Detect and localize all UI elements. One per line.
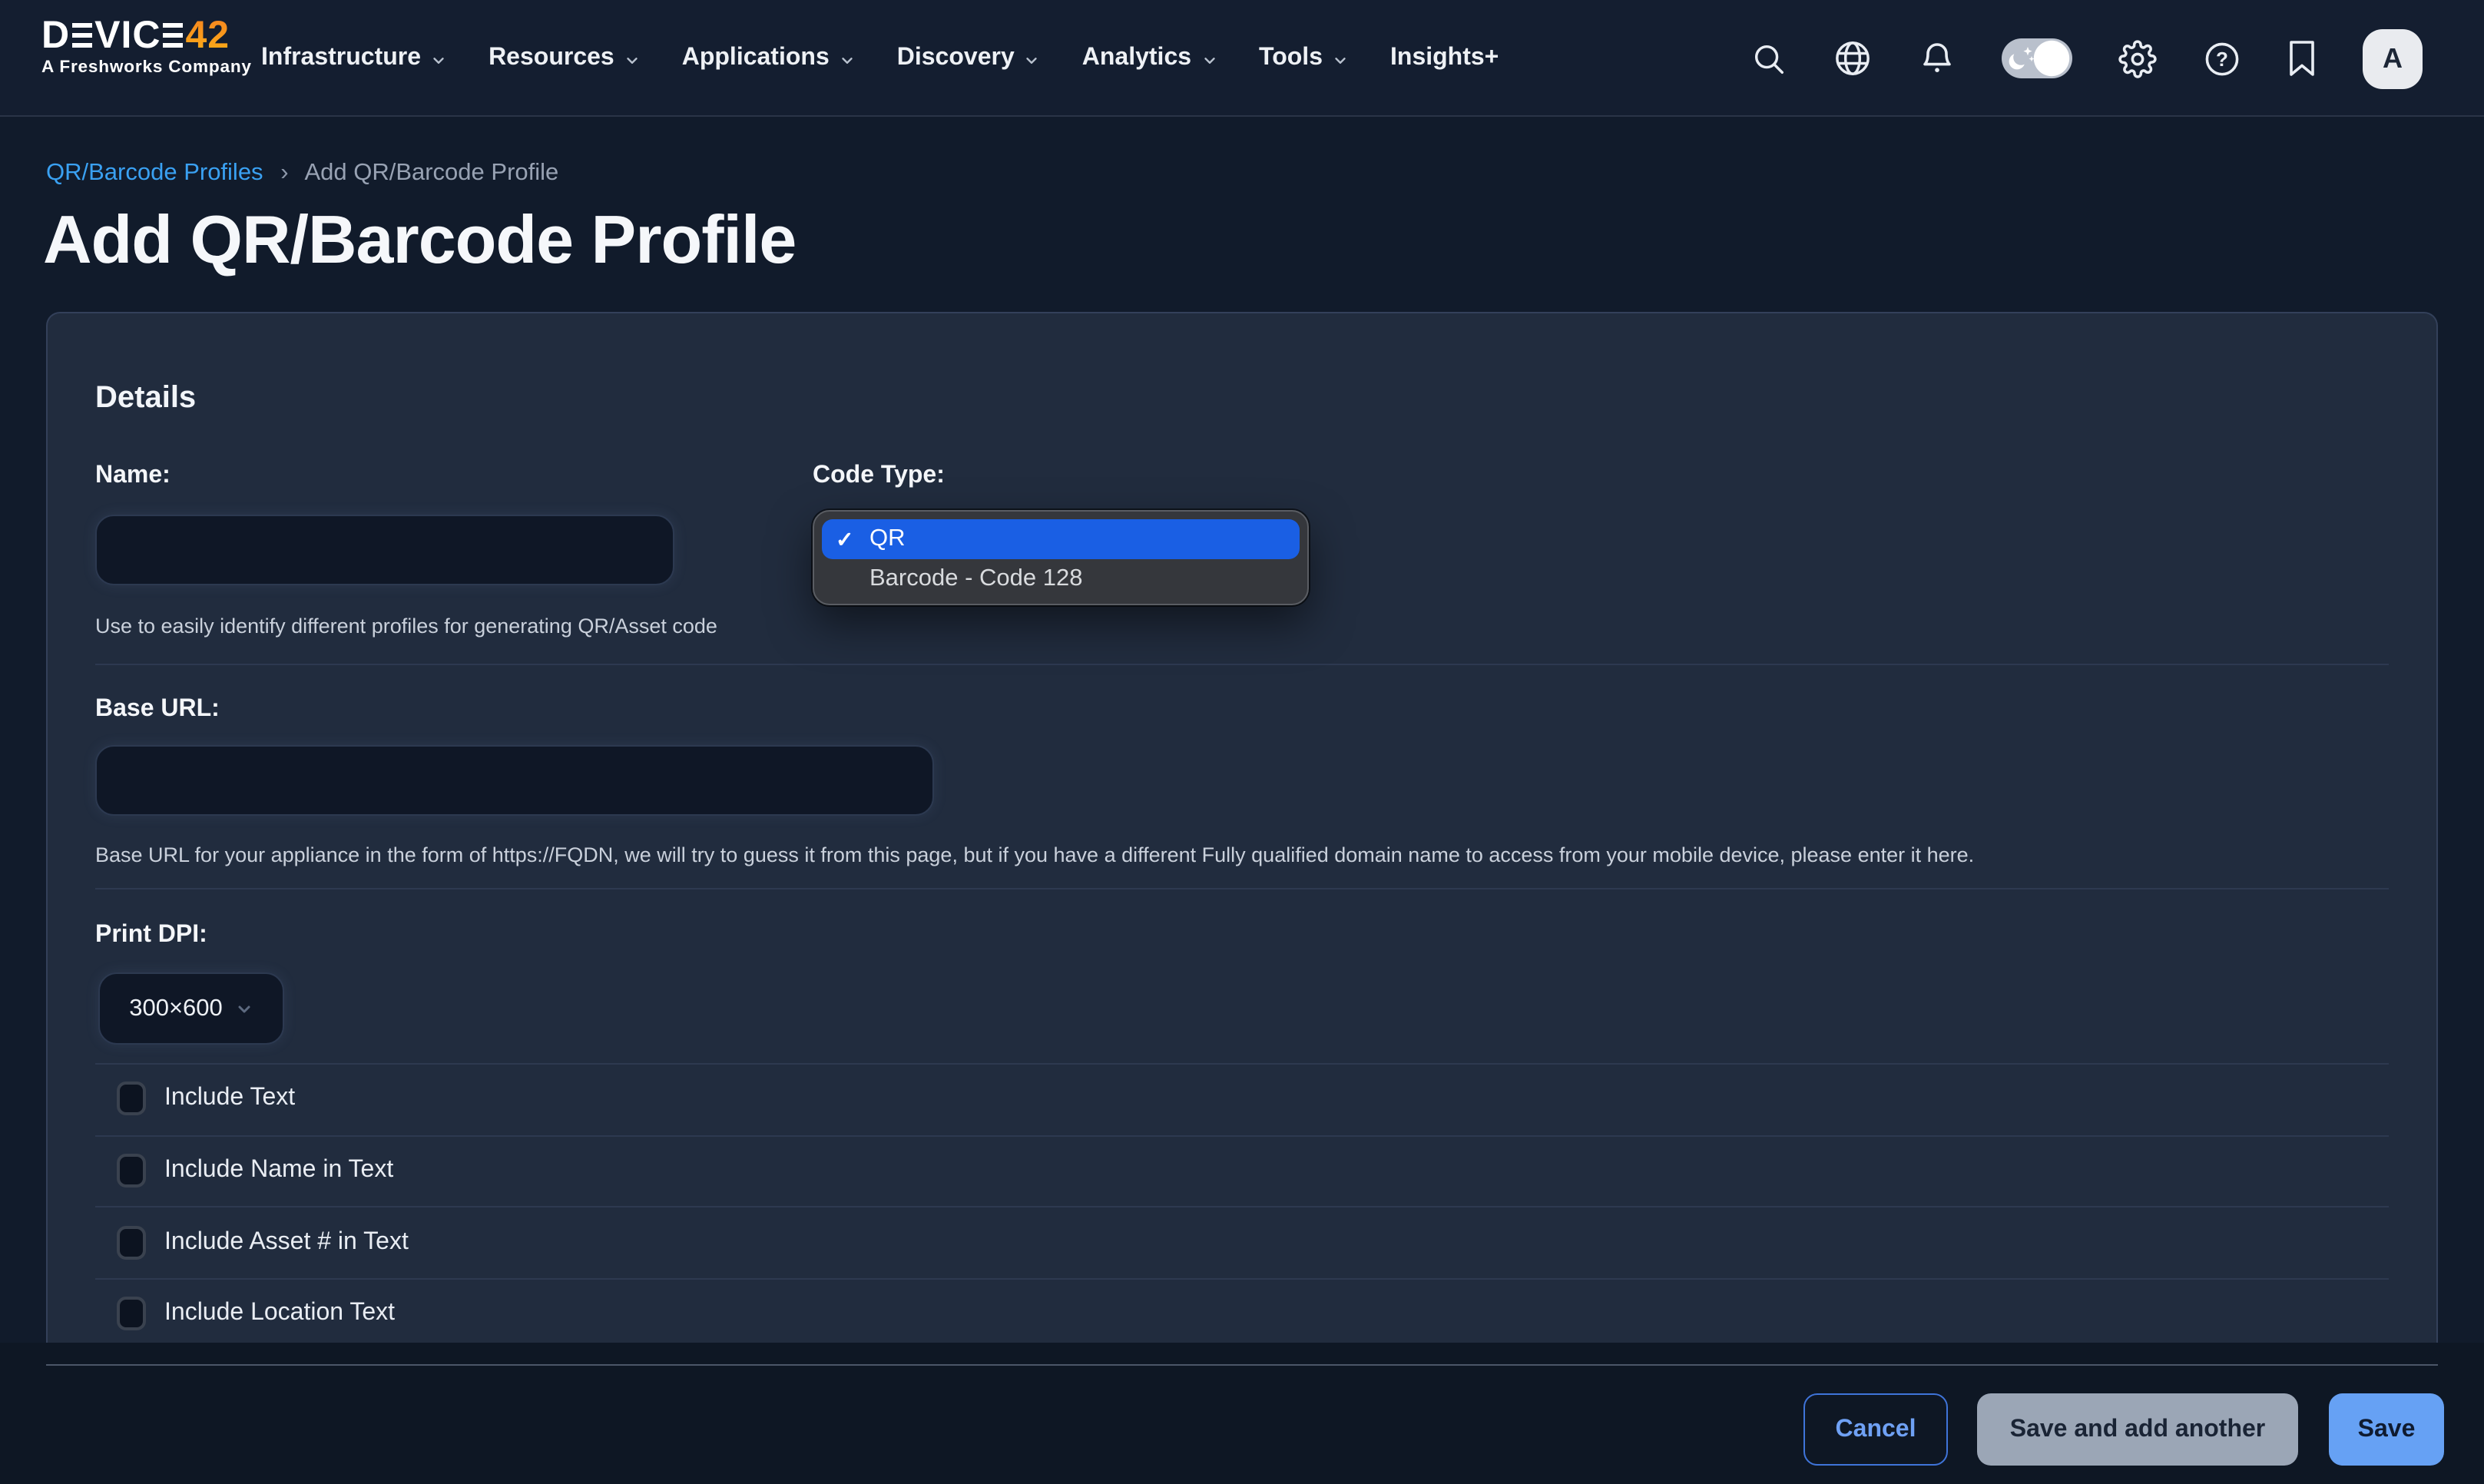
help-icon[interactable]: ? — [2203, 39, 2241, 78]
base-url-label: Base URL: — [95, 696, 220, 724]
include-asset-in-text-checkbox[interactable] — [117, 1226, 146, 1260]
nav-item-insights[interactable]: Insights+ — [1390, 45, 1499, 72]
checkbox-label: Include Text — [164, 1085, 295, 1113]
logo-subtitle: A Freshworks Company — [41, 58, 252, 77]
code-type-dropdown-menu: ✓ QR Barcode - Code 128 — [813, 510, 1309, 605]
theme-toggle[interactable] — [2002, 38, 2072, 78]
nav-item-label: Resources — [489, 45, 614, 72]
base-url-input[interactable] — [95, 745, 934, 816]
print-dpi-label: Print DPI: — [95, 922, 207, 949]
checkbox-label: Include Location Text — [164, 1300, 395, 1328]
form-action-bar: Cancel Save and add another Save — [0, 1343, 2484, 1484]
chevron-down-icon — [1332, 51, 1349, 68]
nav-item-label: Discovery — [897, 45, 1015, 72]
name-hint: Use to easily identify different profile… — [95, 614, 717, 638]
nav-item-discovery[interactable]: Discovery — [897, 45, 1041, 72]
nav-item-label: Analytics — [1082, 45, 1191, 72]
nav-item-resources[interactable]: Resources — [489, 45, 641, 72]
nav-item-label: Insights+ — [1390, 45, 1499, 72]
chevron-down-icon — [1201, 51, 1217, 68]
nav-item-infrastructure[interactable]: Infrastructure — [261, 45, 447, 72]
nav-item-label: Applications — [682, 45, 830, 72]
search-icon[interactable] — [1751, 41, 1787, 76]
cancel-button[interactable]: Cancel — [1803, 1393, 1948, 1466]
details-heading: Details — [95, 381, 196, 416]
base-url-hint: Base URL for your appliance in the form … — [95, 843, 1974, 866]
section-divider — [95, 664, 2389, 665]
nav-item-tools[interactable]: Tools — [1259, 45, 1349, 72]
breadcrumb: QR/Barcode Profiles › Add QR/Barcode Pro… — [46, 160, 558, 187]
option-label: Barcode - Code 128 — [869, 565, 1082, 593]
logo-text-d: D — [41, 14, 70, 57]
details-card: Details Name: Use to easily identify dif… — [46, 312, 2438, 1343]
print-dpi-value: 300×600 — [129, 995, 223, 1022]
avatar[interactable]: A — [2363, 28, 2423, 88]
code-type-label: Code Type: — [813, 462, 945, 490]
help-glyph: ? — [2216, 47, 2228, 70]
print-dpi-select[interactable]: 300×600 — [98, 972, 284, 1045]
app-root: D VIC 42 A Freshworks Company Infrastructu… — [0, 0, 2484, 1484]
checkbox-label: Include Name in Text — [164, 1158, 393, 1185]
checkbox-row-include-asset-in-text: Include Asset # in Text — [95, 1206, 2389, 1277]
device42-logo[interactable]: D VIC 42 A Freshworks Company — [41, 14, 252, 77]
logo-text-42: 42 — [186, 14, 230, 57]
save-and-add-another-button[interactable]: Save and add another — [1977, 1393, 2298, 1466]
code-type-option-barcode-code-128[interactable]: Barcode - Code 128 — [814, 559, 1307, 599]
section-divider — [95, 888, 2389, 889]
logo-text-vic: VIC — [94, 14, 161, 57]
logo-e-glyph — [72, 23, 92, 48]
name-label: Name: — [95, 462, 171, 490]
checkmark-icon: ✓ — [836, 526, 862, 552]
nav-item-label: Tools — [1259, 45, 1323, 72]
code-type-option-qr[interactable]: ✓ QR — [822, 519, 1300, 559]
chevron-down-icon — [235, 999, 253, 1018]
settings-gear-icon[interactable] — [2118, 39, 2157, 78]
checkbox-label: Include Asset # in Text — [164, 1229, 409, 1257]
chevron-down-icon — [1024, 51, 1041, 68]
logo-wordmark: D VIC 42 — [41, 14, 252, 57]
chevron-down-icon — [430, 51, 447, 68]
page-title: Add QR/Barcode Profile — [43, 200, 796, 283]
footer-divider — [46, 1364, 2438, 1366]
save-button[interactable]: Save — [2329, 1393, 2444, 1466]
include-location-text-checkbox[interactable] — [117, 1297, 146, 1331]
avatar-initial: A — [2383, 42, 2403, 75]
checkbox-row-include-location-text: Include Location Text — [95, 1277, 2389, 1349]
breadcrumb-link-qr-barcode-profiles[interactable]: QR/Barcode Profiles — [46, 160, 263, 186]
chevron-down-icon — [839, 51, 856, 68]
breadcrumb-separator: › — [280, 160, 288, 186]
nav-item-label: Infrastructure — [261, 45, 421, 72]
checkbox-row-include-name-in-text: Include Name in Text — [95, 1135, 2389, 1206]
include-name-in-text-checkbox[interactable] — [117, 1154, 146, 1188]
globe-icon[interactable] — [1833, 38, 1873, 78]
checkbox-row-include-text: Include Text — [95, 1063, 2389, 1135]
chevron-down-icon — [624, 51, 641, 68]
main-nav: Infrastructure Resources Applications Di… — [261, 0, 1499, 117]
topbar-icon-group: ? A — [1751, 0, 2423, 117]
notifications-bell-icon[interactable] — [1919, 40, 1956, 77]
nav-item-applications[interactable]: Applications — [682, 45, 856, 72]
include-text-checkbox[interactable] — [117, 1082, 146, 1116]
name-input[interactable] — [95, 515, 674, 585]
logo-e-glyph — [164, 23, 184, 48]
bookmark-icon[interactable] — [2287, 40, 2317, 77]
top-navigation-bar: D VIC 42 A Freshworks Company Infrastructu… — [0, 0, 2484, 117]
breadcrumb-current: Add QR/Barcode Profile — [304, 160, 558, 186]
nav-item-analytics[interactable]: Analytics — [1082, 45, 1217, 72]
option-label: QR — [869, 525, 906, 553]
